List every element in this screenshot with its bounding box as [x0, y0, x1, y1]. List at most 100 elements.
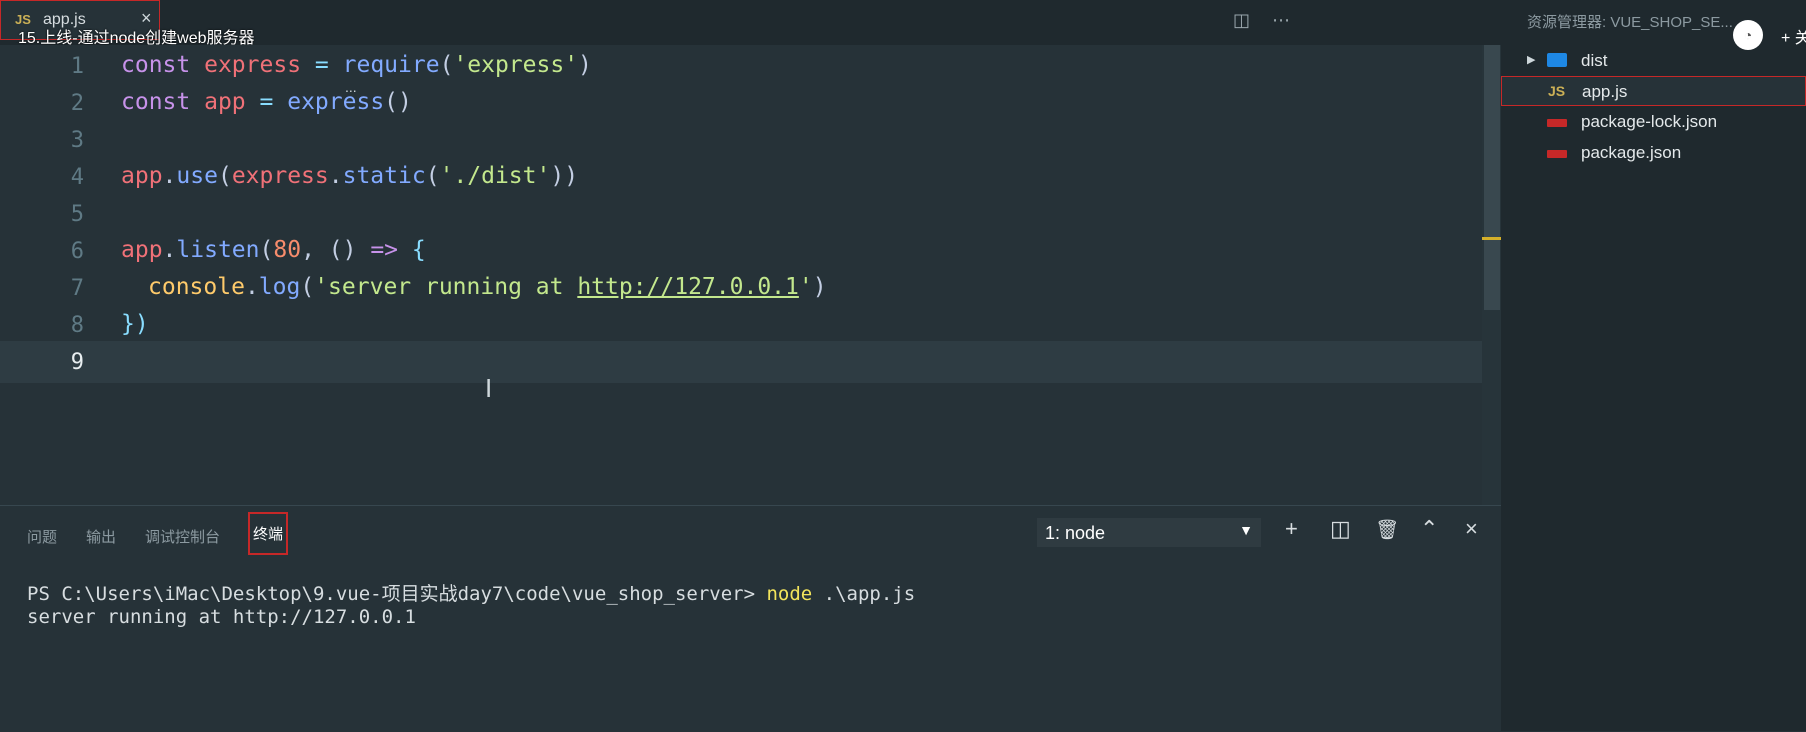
token: . [162, 163, 177, 189]
code-line: 2 const app = express() [0, 82, 1501, 124]
line-number: 9 [70, 350, 84, 375]
explorer-item-label: app.js [1582, 82, 1628, 101]
line-number: 3 [70, 128, 84, 153]
js-file-icon: JS [1548, 83, 1566, 99]
terminal-select-value: 1: node [1045, 523, 1106, 543]
explorer-item-package-lock[interactable]: package-lock.json [1501, 107, 1806, 137]
token: }) [121, 311, 149, 337]
code-line: 8 }) [0, 304, 1501, 346]
token: './dist' [439, 163, 551, 189]
token: , [301, 237, 329, 263]
token: () [384, 89, 412, 115]
more-actions-icon[interactable]: ⋯ [1272, 10, 1290, 31]
explorer-item-package-json[interactable]: package.json [1501, 138, 1806, 168]
line-number: 2 [70, 91, 84, 116]
code-line: 6 app.listen(80, () => { [0, 230, 1501, 272]
code-text: const express = require('express') [121, 52, 592, 78]
chevron-right-icon: ▶ [1527, 54, 1536, 66]
code-text: const app = express() [121, 89, 412, 115]
token: . [244, 274, 259, 300]
code-line: 1 const express = require('express') [0, 45, 1501, 87]
code-text: app.listen(80, () => { [121, 237, 426, 263]
trash-icon[interactable]: 🗑 [1375, 518, 1399, 542]
npm-icon [1547, 119, 1567, 127]
token: listen [176, 237, 260, 263]
token: app [121, 237, 163, 263]
sidebar-right-text: + 关 [1781, 30, 1806, 47]
maximize-panel-icon[interactable]: ⌃ [1420, 516, 1438, 542]
token: = [314, 52, 329, 78]
line-number: 8 [70, 313, 84, 338]
token: ) [578, 52, 592, 78]
tab-terminal[interactable]: 终端 [248, 512, 289, 555]
token: require [342, 52, 440, 78]
token: . [162, 237, 177, 263]
terminal-prompt: PS C:\Users\iMac\Desktop\9.vue-项目实战day7\… [27, 583, 767, 605]
tab-debug-console[interactable]: 调试控制台 [145, 526, 220, 547]
token: 80 [273, 237, 302, 263]
code-line: 5 [0, 193, 1501, 235]
bottom-panel: 问题 输出 调试控制台 终端 1: node ▼ + ◫ 🗑 ⌃ × PS C:… [0, 505, 1501, 732]
explorer-item-label: dist [1581, 51, 1608, 70]
token: ( [217, 163, 232, 189]
token: express [204, 52, 302, 78]
token: console [148, 274, 245, 300]
text-cursor-icon: I [485, 373, 493, 403]
code-line: 3 [0, 119, 1501, 161]
token: const [121, 52, 191, 78]
scrollbar-marker [1482, 237, 1501, 240]
split-editor-icon[interactable]: ◫ [1233, 10, 1250, 31]
token: ' [798, 274, 813, 300]
code-text: }) [121, 311, 149, 337]
token: { [411, 237, 426, 263]
explorer-item-app-js[interactable]: JS app.js [1501, 76, 1806, 106]
token: 'express' [453, 52, 579, 78]
token: ) [812, 274, 827, 300]
token: app [204, 89, 246, 115]
code-line: 4 app.use(express.static('./dist')) [0, 156, 1501, 198]
token: log [258, 274, 301, 300]
npm-icon [1547, 150, 1567, 158]
token: ( [300, 274, 315, 300]
explorer-sidebar: 资源管理器: VUE_SHOP_SE... ◔ + 关 ▶ dist JS ap… [1501, 0, 1806, 731]
terminal-command: node [766, 583, 813, 605]
line-number: 4 [70, 165, 84, 190]
terminal-args: .\app.js [812, 583, 916, 605]
token: => [356, 237, 412, 263]
token: )) [550, 163, 579, 189]
close-panel-icon[interactable]: × [1465, 516, 1478, 542]
token: . [328, 163, 343, 189]
line-number: 7 [70, 276, 84, 301]
token: app [121, 163, 163, 189]
token: = [259, 89, 274, 115]
token: express [287, 89, 385, 115]
editor-scrollbar-thumb[interactable] [1484, 45, 1500, 310]
split-terminal-icon[interactable]: ◫ [1330, 516, 1351, 542]
terminal-command-line: PS C:\Users\iMac\Desktop\9.vue-项目实战day7\… [27, 579, 915, 606]
token: ( [425, 163, 440, 189]
line-number: 1 [70, 54, 84, 79]
new-terminal-icon[interactable]: + [1285, 516, 1298, 542]
token: () [328, 237, 357, 263]
folder-icon [1547, 53, 1567, 67]
dropdown-arrow-icon: ▼ [1239, 522, 1253, 538]
explorer-item-label: package.json [1581, 143, 1682, 162]
code-editor[interactable]: 1 const express = require('express') ...… [0, 45, 1501, 505]
explorer-title: 资源管理器: VUE_SHOP_SE... [1527, 14, 1733, 31]
explorer-item-label: package-lock.json [1581, 112, 1718, 131]
token: 'server running at [314, 274, 578, 300]
terminal-select[interactable]: 1: node ▼ [1037, 518, 1261, 547]
tab-problems[interactable]: 问题 [27, 526, 57, 547]
code-text: console.log('server running at http://12… [148, 274, 827, 300]
token: static [342, 163, 426, 189]
code-line: 7 console.log('server running at http://… [0, 267, 1501, 309]
url-link[interactable]: http://127.0.0.1 [577, 274, 799, 300]
token: use [176, 163, 218, 189]
token: const [121, 89, 191, 115]
tab-output[interactable]: 输出 [86, 526, 116, 547]
line-number: 6 [70, 239, 84, 264]
explorer-item-dist[interactable]: ▶ dist [1501, 46, 1806, 76]
code-line-current: 9 [0, 341, 1501, 383]
token: ( [439, 52, 454, 78]
line-number: 5 [70, 202, 84, 227]
